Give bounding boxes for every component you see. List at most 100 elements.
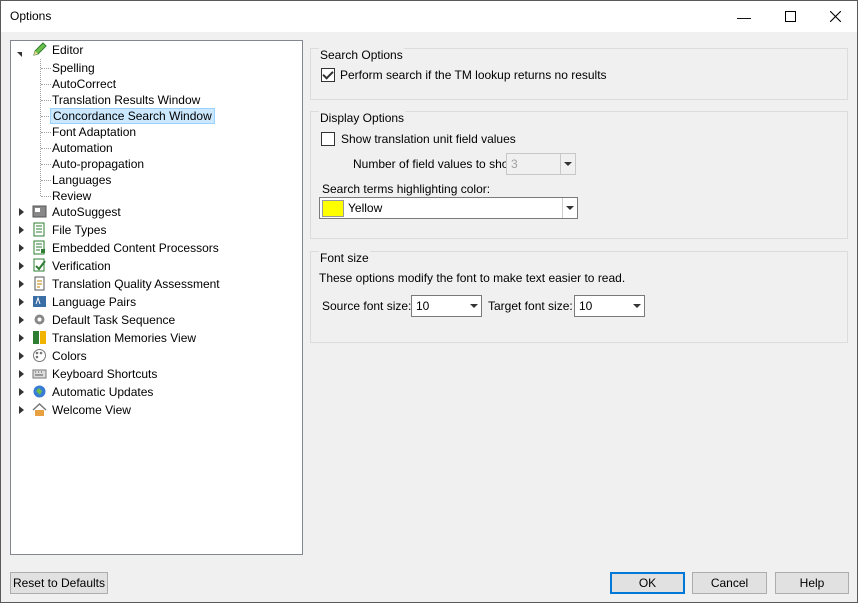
expand-expander-icon[interactable]	[17, 208, 25, 216]
expand-expander-icon[interactable]	[17, 298, 25, 306]
tree-item-label: Language Pairs	[52, 295, 137, 309]
tree-item-language-pairs[interactable]: Language Pairs	[11, 293, 300, 311]
show-field-values-checkbox[interactable]	[321, 132, 335, 146]
expand-expander-icon[interactable]	[17, 280, 25, 288]
window-title: Options	[10, 9, 52, 23]
tree-item-verification[interactable]: Verification	[11, 257, 300, 275]
maximize-icon	[784, 11, 796, 22]
tree-item-label: Auto-propagation	[52, 157, 145, 171]
chevron-down-icon	[467, 296, 481, 316]
num-field-values-label: Number of field values to show:	[353, 157, 521, 171]
expand-expander-icon[interactable]	[17, 370, 25, 378]
target-font-size-value: 10	[579, 299, 593, 313]
source-font-size-value: 10	[416, 299, 430, 313]
chevron-down-icon	[560, 154, 575, 174]
help-button[interactable]: Help	[775, 572, 849, 594]
expand-expander-icon[interactable]	[17, 262, 25, 270]
maximize-button[interactable]	[767, 1, 813, 32]
tree-item-label: Translation Results Window	[52, 93, 201, 107]
tree-item-autosuggest[interactable]: AutoSuggest	[11, 203, 300, 221]
tree-item-label: Review	[52, 189, 92, 203]
options-tree[interactable]: Editor Spelling AutoCorrect Translation Re…	[10, 40, 303, 555]
highlight-color-value: Yellow	[348, 201, 383, 215]
tree-item-label: Font Adaptation	[52, 125, 137, 139]
cancel-button[interactable]: Cancel	[692, 572, 767, 594]
tree-item-embedded-content-processors[interactable]: Embedded Content Processors	[11, 239, 300, 257]
language-pairs-icon	[33, 296, 46, 307]
tree-item-welcome-view[interactable]: Welcome View	[11, 401, 300, 419]
tree-item-default-task-sequence[interactable]: Default Task Sequence	[11, 311, 300, 329]
tree-item-file-types[interactable]: File Types	[11, 221, 300, 239]
pencil-icon	[33, 42, 47, 56]
perform-search-checkbox[interactable]	[321, 68, 335, 82]
tree-item-label: Translation Memories View	[52, 331, 197, 345]
embedded-content-icon	[33, 240, 45, 255]
options-dialog: Options — Editor Spelling AutoCorrect Tran…	[0, 0, 858, 603]
reset-to-defaults-button[interactable]: Reset to Defaults	[10, 572, 108, 594]
tree-connector	[40, 59, 41, 196]
tree-item-label: Spelling	[52, 61, 95, 75]
tree-item-translation-quality-assessment[interactable]: Translation Quality Assessment	[11, 275, 300, 293]
target-font-size-label: Target font size:	[488, 299, 573, 313]
perform-search-label[interactable]: Perform search if the TM lookup returns …	[340, 68, 607, 82]
file-types-icon	[33, 222, 45, 237]
num-field-values-value: 3	[511, 157, 518, 171]
expand-expander-icon[interactable]	[17, 226, 25, 234]
tree-item-label: Colors	[52, 349, 87, 363]
tree-item-automatic-updates[interactable]: Automatic Updates	[11, 383, 300, 401]
home-icon	[32, 402, 47, 416]
chevron-down-icon	[630, 296, 644, 316]
tree-item-label: Languages	[52, 173, 112, 187]
source-font-size-label: Source font size:	[322, 299, 412, 313]
gear-icon	[34, 314, 45, 325]
source-font-size-select[interactable]: 10	[411, 295, 482, 317]
tree-item-label: Keyboard Shortcuts	[52, 367, 158, 381]
keyboard-icon	[32, 369, 47, 379]
group-title: Search Options	[319, 48, 404, 62]
minimize-button[interactable]: —	[721, 1, 767, 32]
group-title: Font size	[319, 251, 370, 265]
tree-item-label: AutoSuggest	[52, 205, 121, 219]
close-icon	[829, 11, 841, 22]
palette-icon	[33, 349, 46, 362]
search-options-group: Search Options Perform search if the TM …	[310, 48, 848, 100]
tree-item-translation-memories-view[interactable]: Translation Memories View	[11, 329, 300, 347]
highlight-color-select[interactable]: Yellow	[319, 197, 578, 219]
close-button[interactable]	[812, 1, 858, 32]
num-field-values-select[interactable]: 3	[506, 153, 576, 175]
collapse-expander-icon[interactable]	[17, 46, 25, 57]
font-size-group: Font size These options modify the font …	[310, 251, 848, 343]
tree-item-keyboard-shortcuts[interactable]: Keyboard Shortcuts	[11, 365, 300, 383]
tree-item-label: Welcome View	[52, 403, 131, 417]
show-field-values-label[interactable]: Show translation unit field values	[341, 132, 516, 146]
target-font-size-select[interactable]: 10	[574, 295, 645, 317]
expand-expander-icon[interactable]	[17, 388, 25, 396]
tree-item-label: Automation	[52, 141, 113, 155]
tree-item-label: Concordance Search Window	[50, 108, 215, 124]
minimize-icon: —	[737, 8, 751, 25]
tree-item-label: Embedded Content Processors	[52, 241, 219, 255]
tree-item-label: AutoCorrect	[52, 77, 117, 91]
group-title: Display Options	[319, 111, 406, 125]
tree-item-label: Translation Quality Assessment	[52, 277, 220, 291]
tree-item-label: Automatic Updates	[52, 385, 154, 399]
expand-expander-icon[interactable]	[17, 406, 25, 414]
autosuggest-icon	[32, 205, 47, 218]
expand-expander-icon[interactable]	[17, 316, 25, 324]
verification-icon	[33, 258, 46, 272]
expand-expander-icon[interactable]	[17, 334, 25, 342]
highlight-color-label: Search terms highlighting color:	[322, 182, 491, 196]
font-size-description: These options modify the font to make te…	[319, 271, 626, 285]
tree-item-label: Verification	[52, 259, 111, 273]
tree-item-label: Editor	[52, 43, 84, 57]
expand-expander-icon[interactable]	[17, 244, 25, 252]
globe-update-icon	[33, 385, 46, 398]
tree-item-editor[interactable]: Editor	[11, 41, 300, 59]
ok-button[interactable]: OK	[610, 572, 685, 594]
display-options-group: Display Options Show translation unit fi…	[310, 111, 848, 239]
tm-view-icon	[33, 331, 46, 344]
chevron-down-icon	[562, 198, 577, 218]
tree-item-colors[interactable]: Colors	[11, 347, 300, 365]
tqa-icon	[34, 276, 45, 291]
expand-expander-icon[interactable]	[17, 352, 25, 360]
